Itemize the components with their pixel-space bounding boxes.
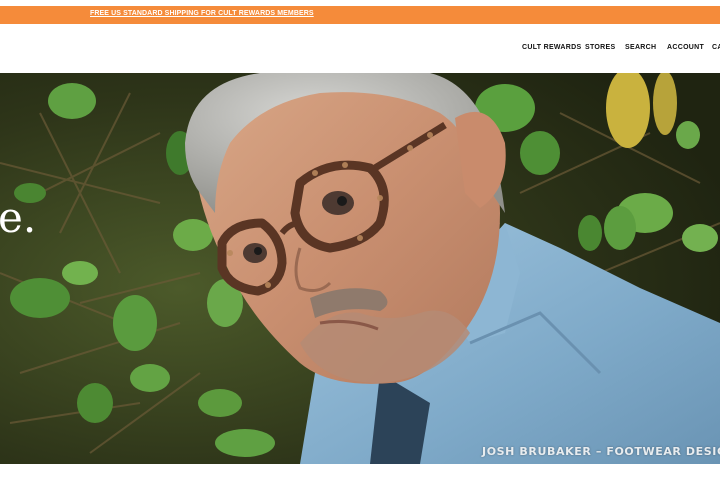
- site-header: CULT REWARDS STORES SEARCH ACCOUNT CA: [0, 24, 720, 73]
- nav-cult-rewards[interactable]: CULT REWARDS: [522, 44, 581, 51]
- nav-search[interactable]: SEARCH: [625, 44, 656, 51]
- hero-image: [0, 73, 720, 464]
- main-nav: CULT REWARDS STORES SEARCH ACCOUNT CA: [0, 44, 720, 56]
- hero-banner[interactable]: e. JOSH BRUBAKER – FOOTWEAR DESIGNER: [0, 73, 720, 464]
- nav-stores[interactable]: STORES: [585, 44, 615, 51]
- promo-bar: FREE US STANDARD SHIPPING FOR CULT REWAR…: [0, 6, 720, 24]
- nav-cart[interactable]: CA: [712, 44, 720, 51]
- hero-caption: JOSH BRUBAKER – FOOTWEAR DESIGNER: [482, 445, 720, 458]
- page-bottom-strip: [0, 464, 720, 480]
- promo-link[interactable]: FREE US STANDARD SHIPPING FOR CULT REWAR…: [90, 10, 314, 17]
- hero-headline: e.: [0, 193, 37, 242]
- nav-account[interactable]: ACCOUNT: [667, 44, 704, 51]
